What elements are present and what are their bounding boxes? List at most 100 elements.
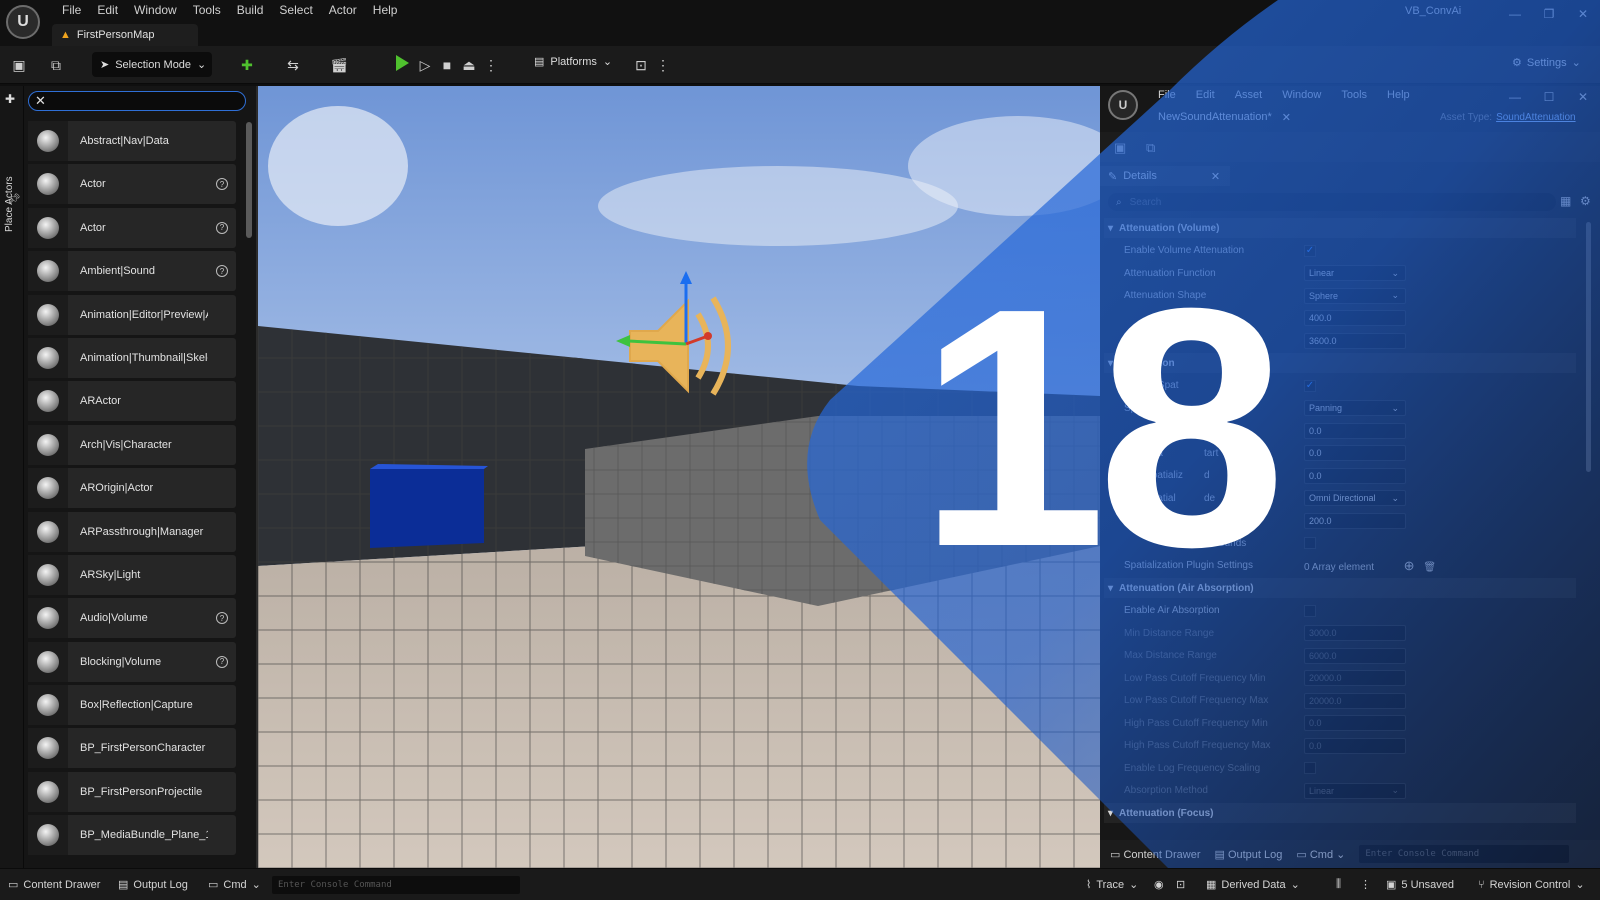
actor-list-item[interactable]: AROrigin|Actor — [28, 468, 236, 509]
menu-actor[interactable]: Actor — [321, 3, 365, 17]
platforms-dropdown[interactable]: ▤ Platforms ⌄ — [534, 55, 612, 69]
property-checkbox[interactable] — [1304, 762, 1316, 774]
help-icon[interactable]: ? — [216, 265, 228, 278]
help-icon[interactable]: ? — [216, 612, 228, 625]
more-icon[interactable]: ⋮ — [1360, 878, 1371, 891]
actor-list-item[interactable]: Animation|Editor|Preview|Actor — [28, 294, 236, 335]
actor-list-item[interactable]: Actor? — [28, 164, 236, 205]
property-number-input[interactable]: 0.0 — [1304, 467, 1406, 484]
details-scrollbar[interactable] — [1586, 222, 1591, 472]
actor-list-item[interactable]: BP_FirstPersonCharacter — [28, 728, 236, 769]
actor-list-item[interactable]: Abstract|Nav|Data — [28, 121, 236, 161]
pin-icon[interactable]: 📌︎ — [8, 194, 21, 205]
actor-search-input[interactable] — [53, 95, 234, 107]
step-icon[interactable]: ▷ — [414, 54, 436, 76]
help-icon[interactable]: ? — [216, 178, 228, 191]
actor-list-item[interactable]: ARSky|Light — [28, 554, 236, 595]
asset-menu-window[interactable]: Window — [1272, 89, 1331, 101]
property-number-input[interactable]: 3000.0 — [1304, 625, 1406, 641]
help-icon[interactable]: ? — [216, 221, 228, 234]
play-button[interactable] — [396, 55, 409, 71]
level-tab[interactable]: ▲ FirstPersonMap — [52, 24, 198, 46]
record-icon[interactable]: ◉ — [1154, 878, 1164, 891]
console-command-input[interactable]: Enter Console Command — [1359, 845, 1570, 863]
unreal-logo-icon[interactable]: U — [1108, 90, 1138, 120]
menu-file[interactable]: File — [54, 3, 89, 17]
stop-icon[interactable]: ■ — [436, 54, 458, 76]
console-command-input[interactable]: Enter Console Command — [272, 876, 520, 894]
trace-dropdown[interactable]: ⌇ Trace ⌄ — [1086, 878, 1138, 892]
asset-menu-help[interactable]: Help — [1377, 89, 1420, 101]
actor-list-item[interactable]: Blocking|Volume? — [28, 641, 236, 682]
asset-menu-file[interactable]: File — [1148, 89, 1186, 101]
property-checkbox[interactable]: ✓ — [1304, 244, 1316, 257]
add-actor-icon[interactable]: ✚ — [236, 54, 258, 76]
more-options-icon[interactable]: ⋮ — [652, 54, 674, 76]
browse-icon[interactable]: ⧉ — [1146, 140, 1155, 156]
add-element-icon[interactable]: ⊕ — [1400, 558, 1415, 573]
asset-menu-asset[interactable]: Asset — [1225, 89, 1273, 101]
minimize-icon[interactable]: — — [1498, 0, 1532, 28]
property-number-input[interactable]: 0.0 — [1304, 422, 1406, 439]
source-control-icon[interactable]: ⫼ — [1336, 878, 1341, 891]
more-icon[interactable]: ⋮ — [480, 54, 502, 76]
menu-window[interactable]: Window — [126, 3, 185, 17]
derived-data-dropdown[interactable]: ▦ Derived Data ⌄ — [1206, 878, 1300, 892]
close-tab-icon[interactable]: ✕ — [1211, 170, 1220, 183]
content-drawer-button[interactable]: ▭ Content Drawer — [1110, 848, 1201, 861]
details-search-box[interactable]: ⌕ Search — [1108, 193, 1556, 211]
property-number-input[interactable]: 0.0 — [1304, 737, 1406, 754]
help-icon[interactable]: ? — [216, 655, 228, 668]
save-icon[interactable]: ▣ — [8, 54, 30, 76]
close-icon[interactable]: ✕ — [1566, 86, 1600, 108]
actor-list-scrollbar[interactable] — [246, 122, 252, 238]
property-number-input[interactable]: 20000.0 — [1304, 670, 1406, 686]
property-dropdown[interactable]: Linear ⌄ — [1304, 782, 1406, 799]
place-actors-icon[interactable]: ✚ — [5, 92, 15, 106]
property-number-input[interactable]: 200.0 — [1304, 512, 1406, 529]
restore-icon[interactable]: ❐ — [1532, 0, 1566, 28]
launcher-icon[interactable]: ⊡ — [630, 54, 652, 76]
minimize-icon[interactable]: — — [1498, 86, 1532, 108]
property-checkbox[interactable]: ✓ — [1304, 379, 1316, 392]
gear-icon[interactable]: ⚙ — [1580, 194, 1591, 208]
menu-edit[interactable]: Edit — [89, 3, 126, 17]
close-tab-icon[interactable]: ✕ — [1282, 111, 1291, 124]
actor-list-item[interactable]: ARPassthrough|Manager — [28, 511, 236, 552]
unreal-logo-icon[interactable]: U — [6, 5, 40, 39]
output-log-button[interactable]: ▤ Output Log — [1215, 848, 1283, 861]
menu-help[interactable]: Help — [365, 3, 406, 17]
eject-icon[interactable]: ⏏ — [458, 54, 480, 76]
asset-tab[interactable]: NewSoundAttenuation* ✕ — [1154, 106, 1330, 128]
actor-list-item[interactable]: Ambient|Sound? — [28, 251, 236, 292]
cmd-dropdown[interactable]: ▭ Cmd ⌄ — [208, 878, 261, 892]
unsaved-button[interactable]: ▣ 5 Unsaved — [1386, 878, 1454, 892]
property-dropdown[interactable]: Omni Directional ⌄ — [1304, 490, 1406, 506]
cinematics-icon[interactable]: 🎬︎ — [328, 54, 350, 76]
delete-icon[interactable]: 🗑︎ — [1421, 562, 1436, 573]
actor-list-item[interactable]: Arch|Vis|Character — [28, 424, 236, 465]
browse-icon[interactable]: ⧉ — [45, 54, 67, 76]
actor-list-item[interactable]: Audio|Volume? — [28, 598, 236, 639]
property-dropdown[interactable]: Panning ⌄ — [1304, 400, 1406, 416]
property-checkbox[interactable] — [1304, 537, 1316, 549]
close-icon[interactable]: ✕ — [1566, 0, 1600, 28]
property-number-input[interactable]: 0.0 — [1304, 445, 1406, 461]
property-number-input[interactable]: 400.0 — [1304, 310, 1406, 326]
blueprint-menu-icon[interactable]: ⇆ — [282, 54, 304, 76]
property-dropdown[interactable]: Sphere ⌄ — [1304, 287, 1406, 304]
actor-list-item[interactable]: Actor? — [28, 207, 236, 248]
save-icon[interactable]: ▣ — [1114, 140, 1126, 156]
table-view-icon[interactable]: ▦ — [1560, 194, 1571, 208]
asset-type-link[interactable]: SoundAttenuation — [1496, 112, 1576, 123]
actor-list-item[interactable]: Box|Reflection|Capture — [28, 685, 236, 726]
property-dropdown[interactable]: Linear ⌄ — [1304, 265, 1406, 281]
settings-dropdown[interactable]: ⚙ Settings ⌄ — [1512, 56, 1581, 70]
screenshot-icon[interactable]: ⊡ — [1176, 878, 1185, 891]
property-number-input[interactable]: 20000.0 — [1304, 692, 1406, 709]
actor-list-item[interactable]: ARActor — [28, 381, 236, 422]
cmd-dropdown[interactable]: ▭ Cmd ⌄ — [1296, 848, 1345, 861]
actor-list-item[interactable]: Animation|Thumbnail|Skeletal|M — [28, 337, 236, 378]
menu-tools[interactable]: Tools — [185, 3, 229, 17]
clear-search-icon[interactable]: ✕ — [35, 93, 46, 109]
